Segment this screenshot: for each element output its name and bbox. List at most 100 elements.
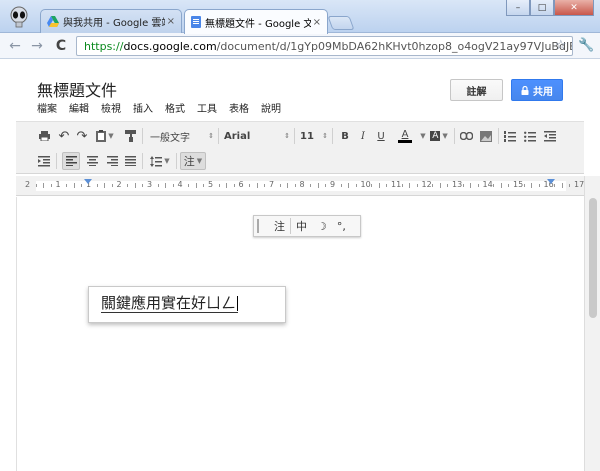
ruler-tick	[111, 184, 113, 187]
composition-text-container: 關鍵應用實在好ㄩㄥ	[101, 295, 239, 313]
new-tab-button[interactable]	[327, 16, 355, 30]
left-margin	[0, 60, 16, 471]
menu-file[interactable]: 檔案	[37, 100, 57, 115]
window-controls: – □ ✕	[506, 0, 594, 16]
toolbar-divider	[142, 128, 143, 144]
back-icon[interactable]: ←	[6, 37, 24, 55]
numbered-list-icon[interactable]	[502, 128, 518, 144]
toolbar-divider	[176, 153, 177, 169]
image-icon[interactable]	[478, 128, 494, 144]
text-color-label: A	[401, 128, 409, 140]
horizontal-ruler: 2 1 1 2 3 4 5 6 7 8 9 10 11 12 13 14 15 16 17	[16, 176, 584, 196]
menu-table[interactable]: 表格	[229, 100, 249, 115]
ruler-tick	[508, 184, 510, 187]
align-justify-button[interactable]	[122, 153, 138, 169]
tab-untitled-document[interactable]: 無標題文件 - Google 文件 ×	[184, 9, 328, 34]
ruler-tick	[340, 184, 342, 187]
reload-icon[interactable]: C	[52, 37, 70, 55]
vertical-scrollbar[interactable]	[584, 176, 600, 471]
align-center-button[interactable]	[84, 153, 100, 169]
ruler-tick	[203, 184, 205, 187]
left-indent-marker[interactable]	[84, 179, 92, 184]
menu-format[interactable]: 格式	[165, 100, 185, 115]
paint-format-icon[interactable]	[122, 128, 138, 144]
ruler-number: 2	[25, 180, 31, 189]
ruler-tick	[523, 184, 525, 187]
ruler-tick	[500, 183, 502, 188]
document-title[interactable]: 無標題文件	[37, 77, 117, 101]
print-icon[interactable]	[36, 128, 52, 144]
ime-mode-button[interactable]: 注	[269, 218, 290, 234]
line-spacing-button[interactable]: ▼	[148, 153, 172, 169]
browser-logo-icon	[10, 6, 28, 28]
right-indent-marker[interactable]	[547, 179, 555, 184]
menu-help[interactable]: 說明	[261, 100, 281, 115]
address-bar[interactable]: https://docs.google.com/document/d/1gYp0…	[76, 36, 573, 56]
document-page[interactable]	[16, 197, 584, 471]
ruler-tick	[416, 184, 418, 187]
menu-tools[interactable]: 工具	[197, 100, 217, 115]
paste-icon[interactable]: ▼	[94, 128, 116, 144]
ruler-tick	[142, 184, 144, 187]
align-right-button[interactable]	[104, 153, 120, 169]
bulleted-list-icon[interactable]	[522, 128, 538, 144]
window-titlebar: 與我共用 - Google 雲端硬碟 × 無標題文件 - Google 文件 ×…	[0, 0, 600, 34]
bookmark-star-icon[interactable]: ☆	[555, 38, 567, 53]
ruler-tick	[188, 184, 190, 187]
ruler-tick	[66, 184, 68, 187]
menu-edit[interactable]: 編輯	[69, 100, 89, 115]
ruler-tick	[104, 183, 106, 188]
redo-icon[interactable]: ↷	[74, 128, 90, 144]
ruler-tick	[538, 184, 540, 187]
ruler-tick	[127, 184, 129, 187]
ime-language-button[interactable]: 中	[291, 218, 312, 234]
ruler-tick	[378, 183, 380, 188]
underline-button[interactable]: U	[374, 128, 388, 144]
maximize-button[interactable]: □	[530, 0, 554, 16]
menu-bar: 檔案 編輯 檢視 插入 格式 工具 表格 說明	[37, 100, 293, 115]
ruler-tick	[432, 184, 434, 187]
italic-button[interactable]: I	[356, 128, 370, 144]
wrench-icon[interactable]: 🔧	[578, 38, 594, 53]
ime-halfwidth-button[interactable]: ☽	[312, 220, 332, 233]
navigation-bar: ← → C https://docs.google.com/document/d…	[0, 33, 600, 59]
ruler-number: 5	[208, 180, 214, 189]
forward-icon[interactable]: →	[28, 37, 46, 55]
highlight-color-button[interactable]: A ▼	[428, 128, 450, 144]
text-cursor	[237, 296, 239, 311]
increase-indent-icon[interactable]	[36, 153, 52, 169]
comments-button[interactable]: 註解	[450, 79, 503, 101]
share-label: 共用	[533, 86, 553, 98]
tab-close-icon[interactable]: ×	[313, 17, 321, 28]
close-window-button[interactable]: ✕	[554, 0, 594, 16]
tab-shared-with-me[interactable]: 與我共用 - Google 雲端硬碟 ×	[40, 9, 182, 33]
google-drive-icon	[47, 16, 59, 27]
paragraph-style-select[interactable]: 一般文字 ⇕	[150, 128, 214, 144]
menu-view[interactable]: 檢視	[101, 100, 121, 115]
minimize-button[interactable]: –	[506, 0, 530, 16]
link-icon[interactable]	[458, 128, 474, 144]
ruler-tick	[50, 184, 52, 187]
ruler-tick	[439, 183, 441, 188]
font-family-select[interactable]: Arial ⇕	[224, 128, 290, 144]
ruler-tick	[477, 184, 479, 187]
ime-status-bar: 注 中 ☽ °,	[253, 215, 361, 237]
ruler-number: 13	[452, 180, 463, 189]
font-size-select[interactable]: 11 ⇕	[300, 128, 328, 144]
tab-close-icon[interactable]: ×	[167, 16, 175, 27]
ime-drag-handle[interactable]	[257, 219, 269, 233]
align-left-button[interactable]	[62, 152, 80, 170]
ime-composition-window[interactable]: 關鍵應用實在好ㄩㄥ	[88, 286, 286, 323]
menu-insert[interactable]: 插入	[133, 100, 153, 115]
text-color-button[interactable]: A	[394, 128, 416, 144]
text-color-swatch	[398, 139, 412, 143]
input-method-button[interactable]: 注 ▼	[180, 152, 206, 170]
decrease-indent-icon[interactable]	[542, 128, 558, 144]
share-button[interactable]: 共用	[511, 79, 563, 101]
scrollbar-thumb[interactable]	[589, 198, 597, 318]
bold-button[interactable]: B	[338, 128, 352, 144]
ruler-tick	[462, 184, 464, 187]
caret-down-icon[interactable]: ▼	[418, 128, 426, 144]
undo-icon[interactable]: ↶	[56, 128, 72, 144]
ime-punctuation-button[interactable]: °,	[332, 220, 351, 233]
